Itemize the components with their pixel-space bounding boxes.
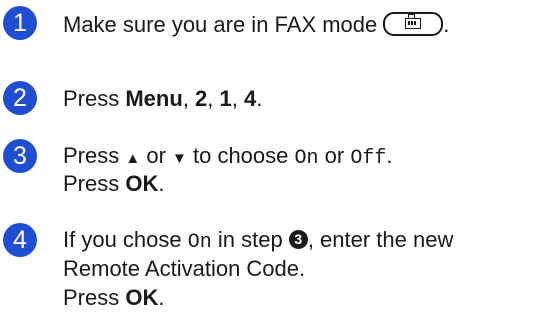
text-press: Press: [63, 86, 126, 111]
text-press: Press: [63, 285, 126, 310]
step-4-line-3: Press OK.: [63, 283, 164, 313]
step-number-badge: 3: [3, 139, 37, 173]
text-if-you-chose: If you chose: [63, 227, 188, 252]
option-on: On: [187, 231, 212, 254]
text-in-step: in step: [211, 227, 289, 252]
fax-glyph-icon: [405, 13, 422, 29]
option-on: On: [294, 147, 319, 170]
text-period: .: [386, 143, 393, 168]
key-ok: OK: [125, 285, 159, 310]
text-enter-new: , enter the new: [307, 227, 454, 252]
key-4: 4: [244, 86, 257, 111]
text-to-choose: to choose: [186, 143, 295, 168]
text-period: .: [256, 86, 263, 111]
fax-mode-key-icon: [383, 12, 444, 37]
step-number-badge: 4: [3, 223, 37, 257]
key-menu: Menu: [125, 86, 183, 111]
up-arrow-icon: ▲: [125, 150, 141, 167]
key-2: 2: [195, 86, 208, 111]
text-or: or: [318, 143, 351, 168]
step-1-period: .: [443, 12, 450, 37]
step-2-text: Press Menu, 2, 1, 4.: [63, 84, 262, 114]
text-separator: ,: [231, 86, 245, 111]
key-1: 1: [219, 86, 232, 111]
step-1-text: Make sure you are in FAX mode.: [63, 10, 449, 40]
text-period: .: [158, 285, 165, 310]
step-3-reference-icon: 3: [288, 229, 308, 249]
key-ok: OK: [125, 171, 159, 196]
text-separator: ,: [207, 86, 220, 111]
text-press: Press: [63, 171, 126, 196]
step-number-badge: 2: [3, 81, 37, 115]
down-arrow-icon: ▼: [172, 150, 187, 167]
step-4-line-2: Remote Activation Code.: [63, 256, 306, 281]
step-1-instruction: Make sure you are in FAX mode: [63, 12, 378, 37]
text-or: or: [140, 143, 173, 168]
text-period: .: [158, 171, 165, 196]
text-press: Press: [63, 143, 126, 168]
step-3-line-2: Press OK.: [63, 169, 164, 199]
option-off: Off: [350, 147, 387, 170]
text-separator: ,: [182, 86, 196, 111]
step-number-badge: 1: [3, 6, 37, 40]
